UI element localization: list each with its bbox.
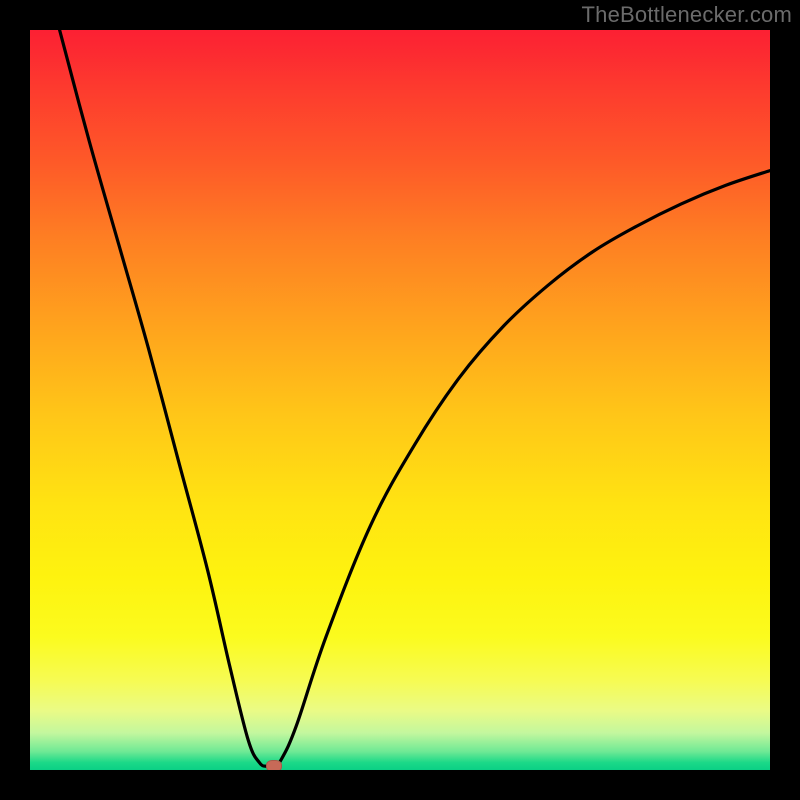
attribution-text: TheBottlenecker.com [582,2,792,28]
bottleneck-curve-path [60,30,770,767]
curve-svg [30,30,770,770]
optimum-marker [266,760,282,770]
plot-area [30,30,770,770]
chart-stage: TheBottlenecker.com [0,0,800,800]
